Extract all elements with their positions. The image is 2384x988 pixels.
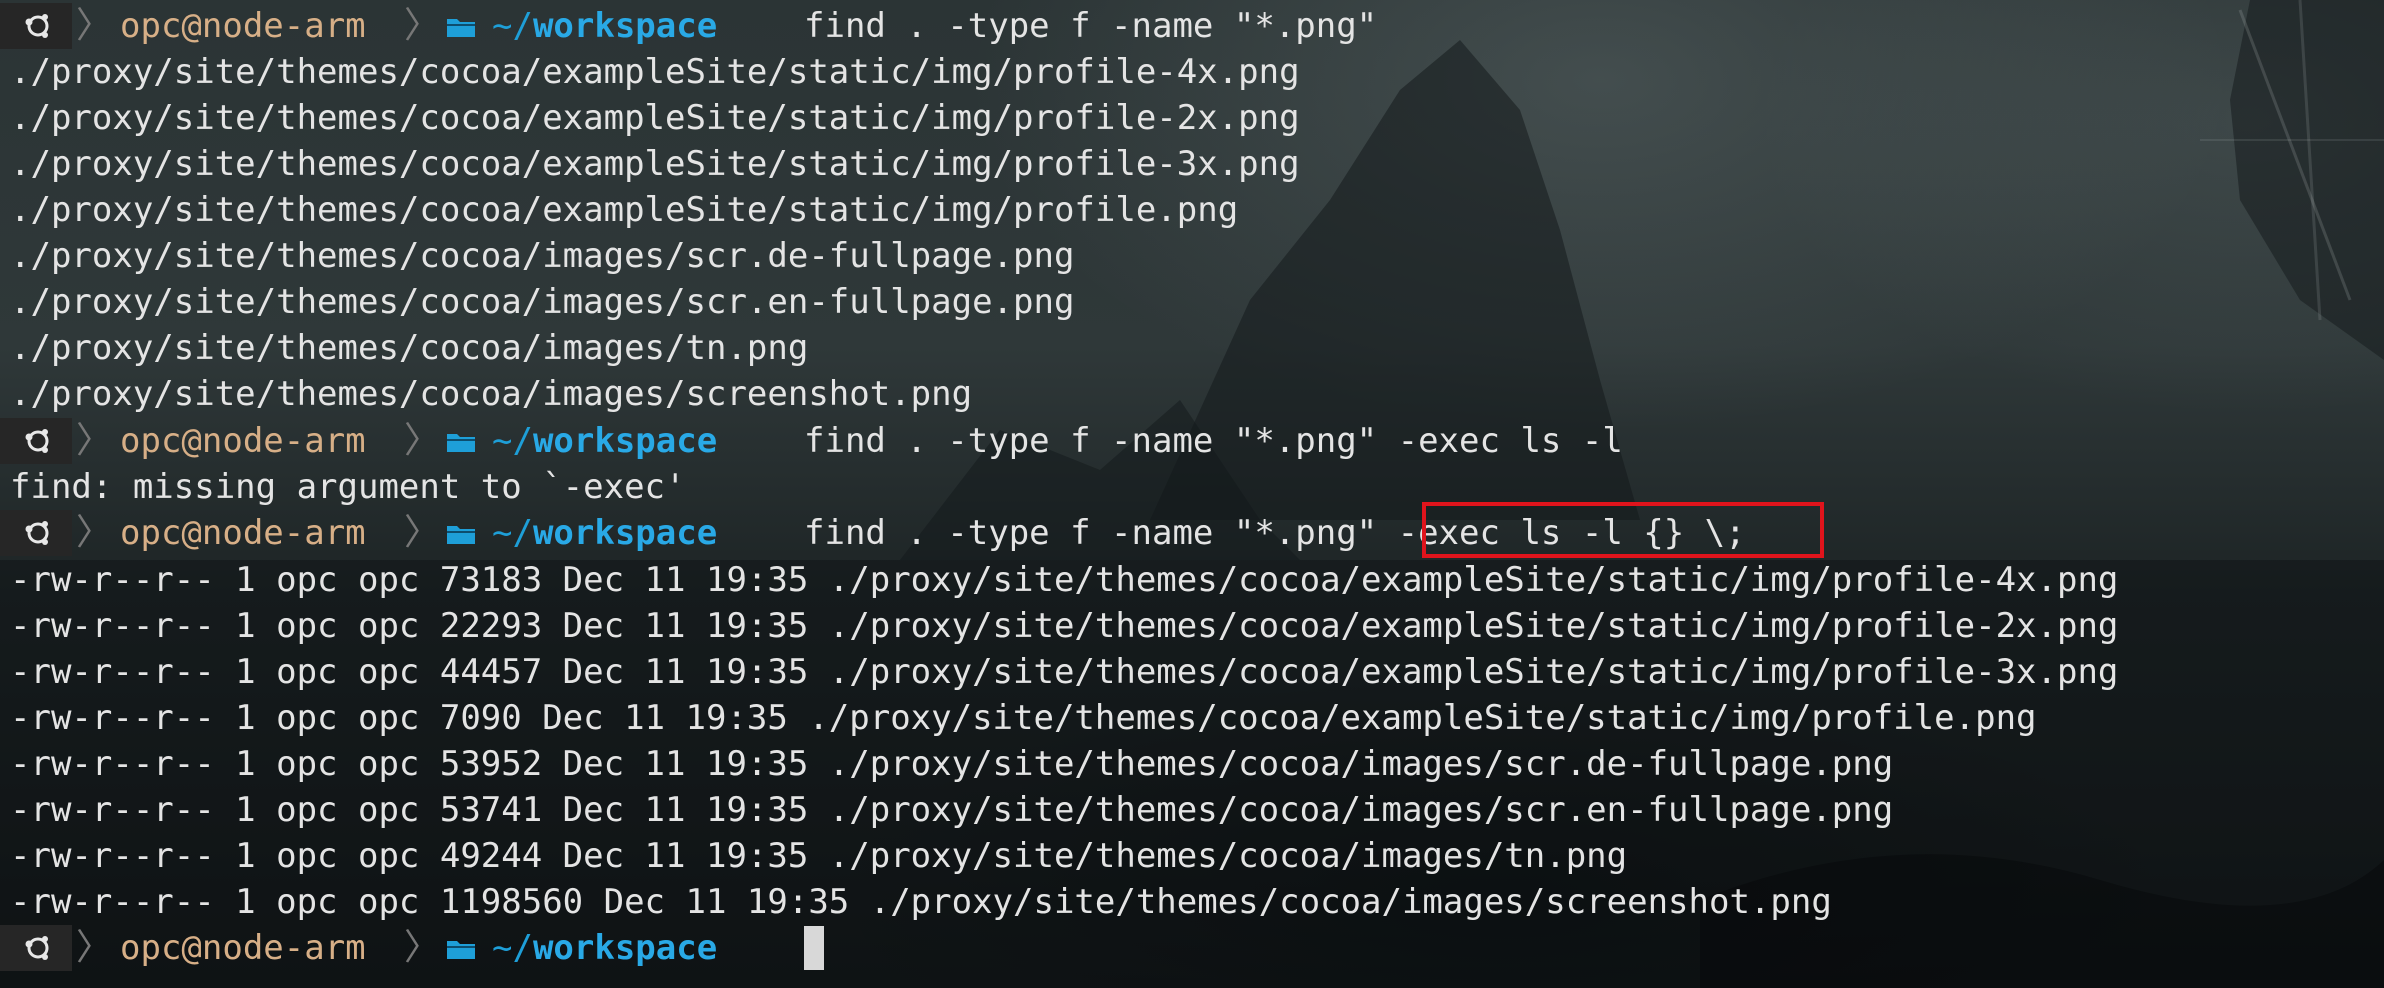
prompt-directory: ~/workspace (492, 3, 717, 49)
prompt-directory-tilde: ~/ (492, 513, 533, 553)
prompt-directory-name: workspace (532, 928, 718, 968)
folder-icon (447, 19, 475, 37)
prompt-separator-icon: 〉 (404, 5, 441, 46)
shell-prompt-active: 〉 opc@node-arm 〉 ~/workspace (0, 925, 2384, 971)
output-line: -rw-r--r-- 1 opc opc 44457 Dec 11 19:35 … (10, 652, 2119, 692)
os-logo-icon (25, 429, 49, 453)
output-line: ./proxy/site/themes/cocoa/exampleSite/st… (10, 144, 1300, 184)
output-line: ./proxy/site/themes/cocoa/images/screens… (10, 374, 973, 414)
output-line: ./proxy/site/themes/cocoa/images/tn.png (10, 328, 809, 368)
prompt-separator-icon: 〉 (404, 512, 441, 553)
os-logo-icon (25, 521, 49, 545)
prompt-user-host: opc@node-arm (120, 513, 366, 553)
output-line: -rw-r--r-- 1 opc opc 7090 Dec 11 19:35 .… (10, 698, 2037, 738)
output-line: ./proxy/site/themes/cocoa/exampleSite/st… (10, 52, 1300, 92)
prompt-separator-icon: 〉 (404, 420, 441, 461)
output-line: ./proxy/site/themes/cocoa/images/scr.de-… (10, 236, 1075, 276)
command-text: find . -type f -name "*.png" (804, 6, 1378, 46)
prompt-user-host: opc@node-arm (120, 6, 366, 46)
folder-icon (447, 941, 475, 959)
output-line: -rw-r--r-- 1 opc opc 53741 Dec 11 19:35 … (10, 790, 1894, 830)
error-line: find: missing argument to `-exec' (10, 467, 686, 507)
output-line: ./proxy/site/themes/cocoa/exampleSite/st… (10, 190, 1239, 230)
output-line: -rw-r--r-- 1 opc opc 49244 Dec 11 19:35 … (10, 836, 1628, 876)
prompt-directory-tilde: ~/ (492, 6, 533, 46)
os-logo-icon (25, 14, 49, 38)
prompt-user-host: opc@node-arm (120, 421, 366, 461)
prompt-directory-tilde: ~/ (492, 421, 533, 461)
terminal-window[interactable]: 〉 opc@node-arm 〉 ~/workspace find . -typ… (0, 0, 2384, 988)
shell-prompt: 〉 opc@node-arm 〉 ~/workspace find . -typ… (0, 418, 2384, 464)
prompt-directory-tilde: ~/ (492, 928, 533, 968)
prompt-separator-icon: 〉 (404, 927, 441, 968)
prompt-directory: ~/workspace (492, 510, 717, 556)
prompt-directory: ~/workspace (492, 418, 717, 464)
output-line: -rw-r--r-- 1 opc opc 22293 Dec 11 19:35 … (10, 606, 2119, 646)
folder-icon (447, 526, 475, 544)
os-logo-icon (25, 936, 49, 960)
terminal-cursor[interactable] (804, 926, 824, 970)
prompt-separator-icon: 〉 (76, 420, 113, 461)
shell-prompt: 〉 opc@node-arm 〉 ~/workspace find . -typ… (0, 3, 2384, 49)
output-line: ./proxy/site/themes/cocoa/images/scr.en-… (10, 282, 1075, 322)
prompt-directory-name: workspace (532, 421, 718, 461)
output-line: ./proxy/site/themes/cocoa/exampleSite/st… (10, 98, 1300, 138)
highlight-annotation-box (1422, 502, 1824, 558)
output-line: -rw-r--r-- 1 opc opc 73183 Dec 11 19:35 … (10, 560, 2119, 600)
shell-prompt: 〉 opc@node-arm 〉 ~/workspace find . -typ… (0, 510, 2384, 556)
command-text: find . -type f -name "*.png" -exec ls -l (804, 421, 1623, 461)
folder-icon (447, 434, 475, 452)
output-line: -rw-r--r-- 1 opc opc 1198560 Dec 11 19:3… (10, 882, 1832, 922)
prompt-user-host: opc@node-arm (120, 928, 366, 968)
prompt-separator-icon: 〉 (76, 512, 113, 553)
prompt-separator-icon: 〉 (76, 927, 113, 968)
prompt-directory-name: workspace (532, 6, 718, 46)
prompt-separator-icon: 〉 (76, 5, 113, 46)
prompt-directory: ~/workspace (492, 925, 717, 971)
prompt-directory-name: workspace (532, 513, 718, 553)
output-line: -rw-r--r-- 1 opc opc 53952 Dec 11 19:35 … (10, 744, 1894, 784)
